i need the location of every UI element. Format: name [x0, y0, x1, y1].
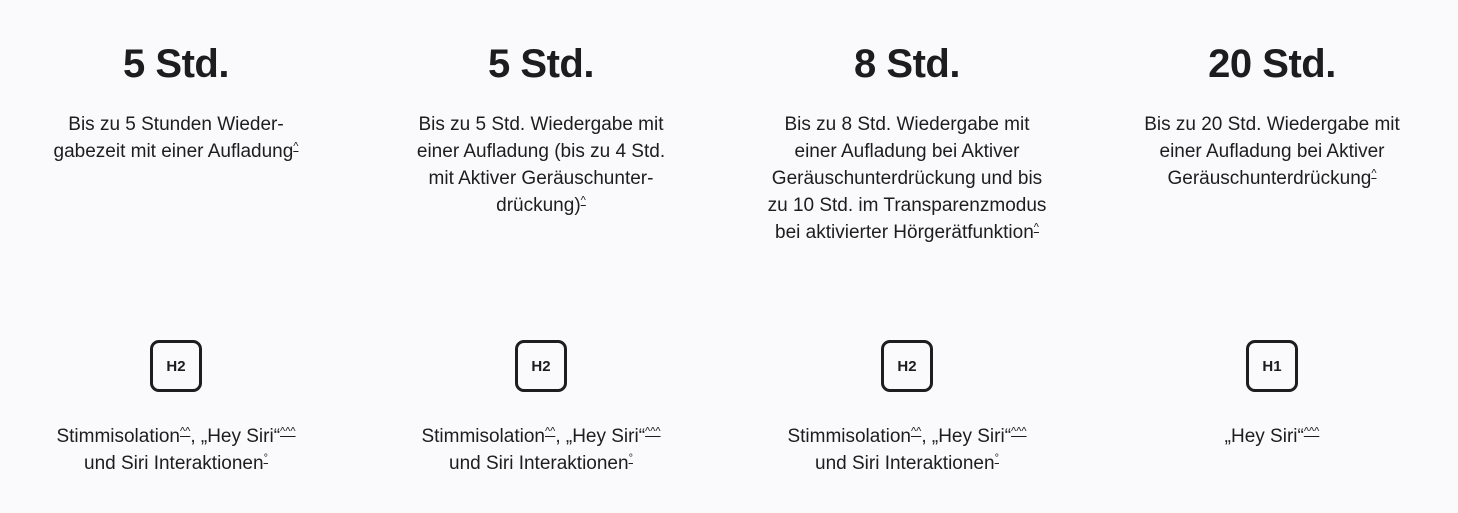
footnote-link[interactable]: ^: [581, 195, 586, 207]
chip-icon: H2: [150, 340, 202, 392]
feature-siri-interactions: und Siri Interaktionen: [84, 453, 264, 474]
description-line: zu 10 Std. im Transparenzmodus: [767, 195, 1047, 216]
feature-text: Stimmisolation^^, „Hey Siri“^^^ und Siri …: [381, 423, 701, 477]
feature-hey-siri: , „Hey Siri“: [921, 426, 1012, 447]
chip-container: H2: [16, 340, 336, 394]
feature-text: Stimmisolation^^, „Hey Siri“^^^ und Siri …: [747, 423, 1067, 477]
battery-hours: 8 Std.: [854, 42, 960, 86]
feature-hey-siri: , „Hey Siri“: [190, 426, 281, 447]
footnote-link[interactable]: ^^: [180, 426, 190, 438]
chip-label: H2: [531, 357, 551, 375]
footnote-link[interactable]: ^: [293, 141, 298, 153]
description-line: mit Aktiver Geräuschunter-: [428, 168, 654, 189]
footnote-link[interactable]: ^^^: [280, 426, 296, 438]
compare-column: 8 Std. Bis zu 8 Std. Wiedergabe mit einer…: [747, 0, 1067, 513]
description-line: Bis zu 8 Std. Wiedergabe mit: [784, 114, 1030, 135]
feature-text: Stimmisolation^^, „Hey Siri“^^^ und Siri …: [16, 423, 336, 477]
chip-container: H1: [1112, 340, 1432, 394]
footnote-link[interactable]: °: [264, 453, 268, 465]
description-line: drückung): [496, 195, 581, 216]
compare-column: 20 Std. Bis zu 20 Std. Wiedergabe mit ein…: [1112, 0, 1432, 513]
battery-description: Bis zu 5 Stunden Wieder-gabezeit mit ein…: [26, 111, 326, 165]
feature-voice-isolation: Stimmisolation: [56, 426, 180, 447]
footnote-link[interactable]: ^^: [545, 426, 555, 438]
chip-icon: H1: [1246, 340, 1298, 392]
battery-description: Bis zu 5 Std. Wiedergabe mit einer Auflad…: [391, 111, 691, 219]
feature-voice-isolation: Stimmisolation: [787, 426, 911, 447]
battery-hours: 5 Std.: [123, 42, 229, 86]
footnote-link[interactable]: ^^^: [1011, 426, 1027, 438]
chip-container: H2: [381, 340, 701, 394]
footnote-link[interactable]: ^^: [911, 426, 921, 438]
chip-label: H1: [1262, 357, 1282, 375]
footnote-link[interactable]: ^: [1034, 222, 1039, 234]
footnote-link[interactable]: °: [995, 453, 999, 465]
feature-voice-isolation: Stimmisolation: [421, 426, 545, 447]
chip-icon: H2: [881, 340, 933, 392]
compare-column: 5 Std. Bis zu 5 Stunden Wieder-gabezeit …: [16, 0, 336, 513]
feature-hey-siri: , „Hey Siri“: [555, 426, 646, 447]
compare-column: 5 Std. Bis zu 5 Std. Wiedergabe mit einer…: [381, 0, 701, 513]
battery-description: Bis zu 8 Std. Wiedergabe mit einer Auflad…: [757, 111, 1057, 246]
description-line: Bis zu 5 Std. Wiedergabe mit: [418, 114, 664, 135]
footnote-link[interactable]: ^^^: [645, 426, 661, 438]
description-line: einer Aufladung (bis zu 4 Std.: [416, 141, 666, 162]
chip-label: H2: [897, 357, 917, 375]
description-line: Geräuschunterdrückung: [1167, 168, 1372, 189]
chip-icon: H2: [515, 340, 567, 392]
footnote-link[interactable]: °: [629, 453, 633, 465]
description-line: einer Aufladung bei Aktiver: [1159, 141, 1385, 162]
battery-description: Bis zu 20 Std. Wiedergabe mit einer Aufla…: [1122, 111, 1422, 192]
description-line: Bis zu 20 Std. Wiedergabe mit: [1144, 114, 1400, 135]
description-line: Bis zu 5 Stunden Wieder-: [68, 114, 284, 135]
chip-container: H2: [747, 340, 1067, 394]
description-line: Geräuschunterdrückung und bis: [771, 168, 1043, 189]
footnote-link[interactable]: ^^^: [1304, 426, 1320, 438]
battery-hours: 20 Std.: [1208, 42, 1336, 86]
feature-siri-interactions: und Siri Interaktionen: [449, 453, 629, 474]
battery-hours: 5 Std.: [488, 42, 594, 86]
feature-hey-siri: „Hey Siri“: [1224, 426, 1304, 447]
compare-grid: 5 Std. Bis zu 5 Stunden Wieder-gabezeit …: [0, 0, 1458, 513]
description-line: gabezeit mit einer Aufladung: [53, 141, 294, 162]
footnote-link[interactable]: ^: [1371, 168, 1376, 180]
feature-text: „Hey Siri“^^^: [1112, 423, 1432, 450]
chip-label: H2: [166, 357, 186, 375]
description-line: einer Aufladung bei Aktiver: [794, 141, 1020, 162]
feature-siri-interactions: und Siri Interaktionen: [815, 453, 995, 474]
description-line: bei aktivierter Hörgerätfunktion: [775, 222, 1034, 243]
